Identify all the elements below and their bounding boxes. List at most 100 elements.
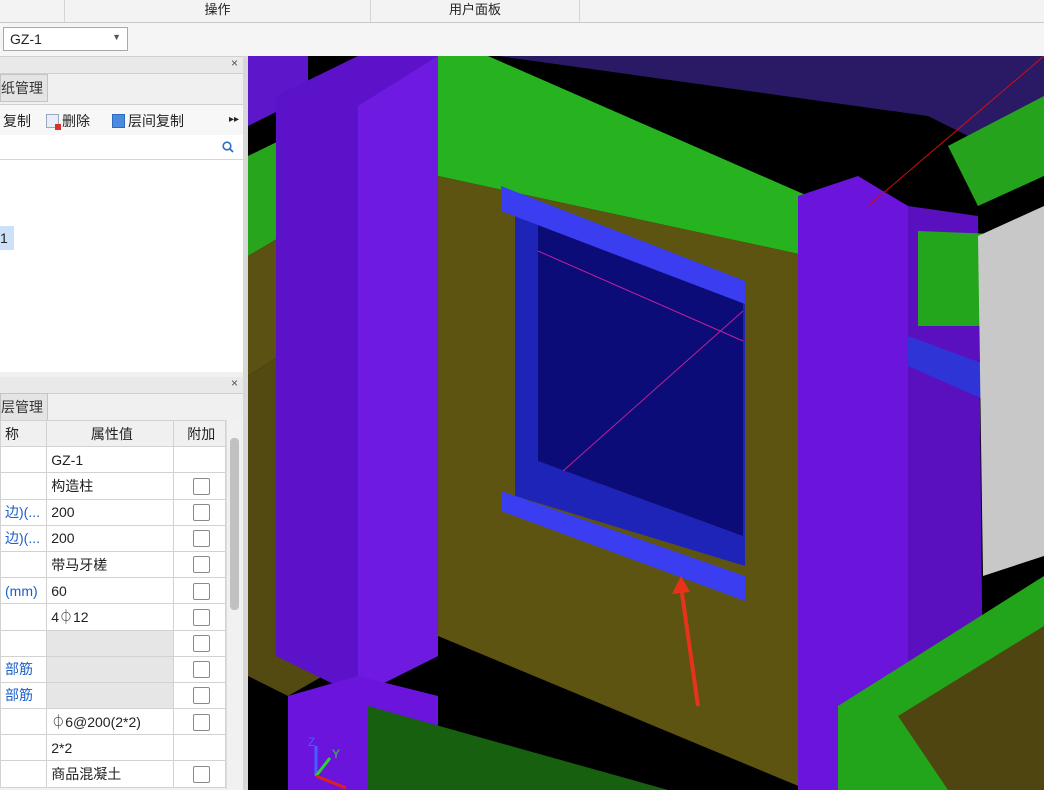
property-name: 边)(...: [0, 524, 48, 552]
property-name: 部筋: [0, 655, 48, 683]
extra-checkbox[interactable]: [192, 765, 210, 783]
property-value[interactable]: GZ-1: [46, 446, 174, 474]
property-value[interactable]: [46, 655, 174, 683]
extra-cell: [172, 446, 227, 474]
extra-checkbox[interactable]: [192, 582, 210, 600]
property-name: [0, 446, 48, 474]
extra-cell: [172, 760, 227, 788]
table-row[interactable]: GZ-1: [0, 446, 227, 474]
ribbon-group-operate-label: 操作: [204, 2, 231, 17]
extra-checkbox[interactable]: [192, 477, 210, 495]
extra-checkbox[interactable]: [192, 504, 210, 522]
extra-cell: [172, 734, 227, 762]
tree-item-label: 1: [0, 230, 8, 246]
search-input[interactable]: [0, 135, 243, 160]
property-name: 边)(...: [0, 498, 48, 526]
copy-button[interactable]: 复制: [3, 111, 31, 131]
property-value[interactable]: 60: [46, 577, 174, 605]
ribbon-divider: [579, 0, 580, 22]
property-value[interactable]: 2*2: [46, 734, 174, 762]
property-scrollbar[interactable]: [226, 420, 244, 790]
table-row[interactable]: 2*2: [0, 734, 227, 762]
property-name: [0, 603, 48, 631]
extra-checkbox[interactable]: [192, 608, 210, 626]
axis-z-label: Z: [308, 735, 315, 749]
3d-viewport[interactable]: Z Y: [248, 56, 1044, 790]
property-value[interactable]: 200: [46, 498, 174, 526]
ribbon-group-user-panel: 用户面板: [370, 0, 579, 22]
floor-copy-button-label: 层间复制: [128, 113, 184, 129]
table-row[interactable]: 边)(... 200: [0, 524, 227, 552]
extra-cell: [172, 629, 227, 657]
extra-cell: [172, 498, 227, 526]
property-value[interactable]: 商品混凝土: [46, 760, 174, 788]
tree-item-selected[interactable]: 1: [0, 226, 14, 250]
property-name: (mm): [0, 577, 48, 605]
close-icon[interactable]: ×: [231, 56, 238, 70]
property-name: [0, 629, 48, 657]
property-value[interactable]: ⏀6@200(2*2): [46, 708, 174, 736]
table-row[interactable]: 商品混凝土: [0, 760, 227, 788]
property-table: 称 属性值 附加 GZ-1 构造柱 边)(... 200 边)(... 200 带马…: [0, 419, 227, 788]
property-value[interactable]: 构造柱: [46, 472, 174, 500]
property-name: [0, 472, 48, 500]
property-value[interactable]: [46, 629, 174, 657]
extra-checkbox[interactable]: [192, 661, 210, 679]
more-icon[interactable]: ▸▸: [229, 114, 239, 125]
floor-copy-button[interactable]: 层间复制: [112, 111, 184, 131]
property-value[interactable]: 200: [46, 524, 174, 552]
extra-cell: [172, 603, 227, 631]
property-value[interactable]: 4⏀12: [46, 603, 174, 631]
tab-drawing-management-label: 纸管理: [1, 80, 43, 96]
extra-cell: [172, 524, 227, 552]
table-row[interactable]: 带马牙槎: [0, 550, 227, 579]
delete-icon: [46, 114, 61, 130]
tab-drawing-management[interactable]: 纸管理: [0, 74, 48, 102]
ribbon-group-bar: 操作 用户面板: [0, 0, 1044, 23]
table-row[interactable]: (mm) 60: [0, 577, 227, 605]
property-value[interactable]: [46, 681, 174, 710]
floor-copy-icon: [112, 114, 125, 128]
chevron-down-icon[interactable]: ▼: [112, 32, 121, 42]
table-row[interactable]: 4⏀12: [0, 603, 227, 631]
table-row[interactable]: 构造柱: [0, 472, 227, 500]
delete-button-label: 删除: [62, 113, 90, 129]
ribbon-group-user-panel-label: 用户面板: [448, 2, 501, 17]
table-row[interactable]: 部筋: [0, 681, 227, 710]
extra-cell: [172, 550, 227, 579]
column-left-face: [358, 56, 438, 696]
extra-checkbox[interactable]: [192, 556, 210, 574]
table-row[interactable]: 部筋: [0, 655, 227, 683]
property-name: [0, 734, 48, 762]
table-row[interactable]: 边)(... 200: [0, 498, 227, 526]
search-icon[interactable]: [222, 141, 234, 153]
tab-layer-management[interactable]: 层管理: [0, 393, 48, 421]
extra-checkbox[interactable]: [192, 634, 210, 652]
extra-checkbox[interactable]: [192, 530, 210, 548]
column-header-value: 属性值: [46, 419, 174, 448]
component-dropdown[interactable]: GZ-1 ▼: [3, 27, 128, 51]
property-name: [0, 760, 48, 788]
extra-cell: [172, 655, 227, 683]
component-selector-bar: GZ-1 ▼: [0, 23, 1044, 57]
table-row[interactable]: ⏀6@200(2*2): [0, 708, 227, 736]
column-header-name: 称: [0, 419, 48, 448]
property-value[interactable]: 带马牙槎: [46, 550, 174, 579]
component-dropdown-value: GZ-1: [10, 31, 42, 47]
extra-checkbox[interactable]: [192, 713, 210, 731]
property-name: [0, 550, 48, 579]
extra-cell: [172, 472, 227, 500]
close-icon[interactable]: ×: [231, 376, 238, 390]
property-name: [0, 708, 48, 736]
drawing-tree: 1: [0, 160, 244, 372]
axis-y-label: Y: [332, 747, 340, 761]
ribbon-group-operate: 操作: [64, 0, 370, 22]
extra-cell: [172, 577, 227, 605]
copy-button-label: 复制: [3, 113, 31, 129]
scrollbar-thumb[interactable]: [230, 438, 239, 610]
extra-checkbox[interactable]: [192, 687, 210, 705]
extra-cell: [172, 681, 227, 710]
3d-model-scene[interactable]: Z Y: [248, 56, 1044, 790]
table-row[interactable]: [0, 629, 227, 657]
delete-button[interactable]: 删除: [46, 111, 90, 131]
